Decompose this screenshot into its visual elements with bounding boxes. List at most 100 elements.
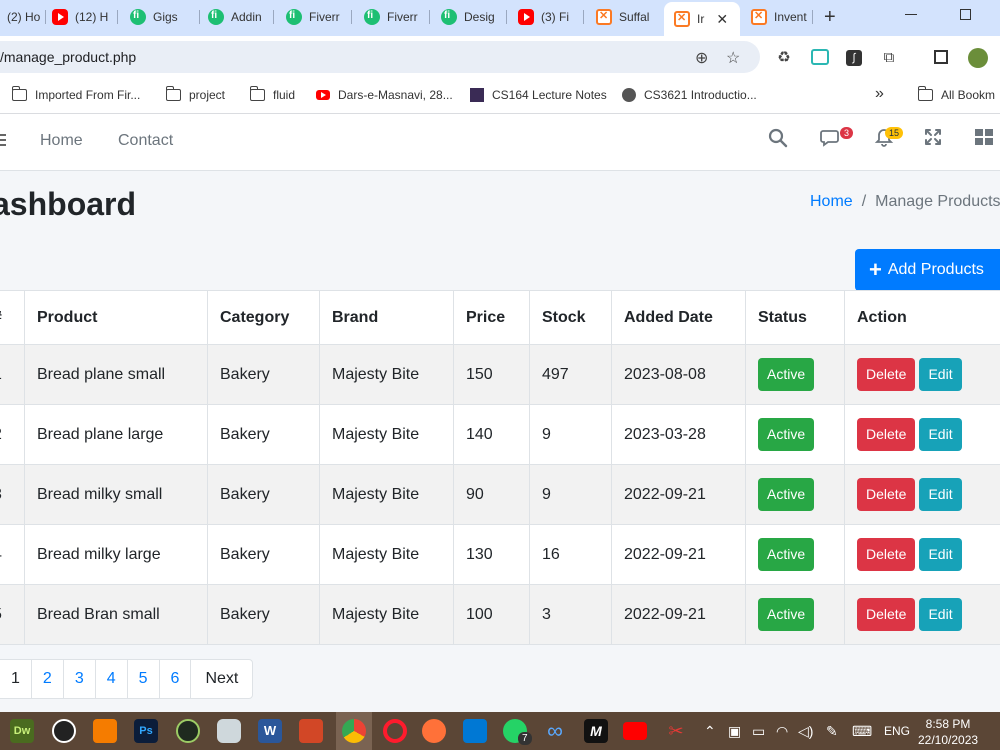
add-products-button[interactable]: + Add Products	[855, 249, 1000, 291]
profile-avatar[interactable]	[968, 48, 988, 68]
edit-button[interactable]: Edit	[919, 478, 962, 511]
extension-icon[interactable]: ∫	[846, 50, 862, 66]
messages-icon[interactable]	[820, 128, 842, 153]
minimize-icon[interactable]	[905, 14, 917, 15]
browser-tab-active[interactable]: Ir ✕	[664, 2, 740, 36]
address-bar[interactable]: /manage_product.php ⊕ ☆	[0, 41, 760, 73]
bookmark-project[interactable]: project	[166, 86, 225, 102]
volume-icon[interactable]: ◁)	[798, 723, 813, 740]
bookmark-dars[interactable]: Dars-e-Masnavi, 28...	[316, 88, 453, 102]
wifi-icon[interactable]: ◠	[776, 723, 788, 740]
page-2-link[interactable]: 2	[32, 660, 64, 698]
browser-tab-10[interactable]: Invent	[751, 4, 813, 30]
new-tab-button[interactable]: +	[824, 6, 836, 29]
cell-id: 3	[0, 464, 25, 525]
powerpoint-icon[interactable]	[299, 719, 323, 743]
inkscape-icon[interactable]	[176, 719, 200, 743]
cell-status: Active	[745, 524, 845, 585]
recycle-extension-icon[interactable]: ♻	[776, 50, 792, 66]
browser-tab-4[interactable]: Fiverr	[286, 4, 352, 30]
cell-price: 90	[453, 464, 530, 525]
page-1-link[interactable]: 1	[0, 660, 32, 698]
status-badge[interactable]: Active	[758, 478, 815, 511]
page-3-link[interactable]: 3	[64, 660, 96, 698]
dreamweaver-icon[interactable]: Dw	[10, 719, 34, 743]
chrome-icon[interactable]	[342, 719, 366, 743]
delete-button[interactable]: Delete	[857, 538, 916, 571]
delete-button[interactable]: Delete	[857, 418, 916, 451]
youtube-icon[interactable]	[623, 722, 647, 740]
delete-button[interactable]: Delete	[857, 358, 916, 391]
photoshop-icon[interactable]: Ps	[134, 719, 158, 743]
bookmarks-overflow-icon[interactable]: »	[875, 85, 884, 103]
page-5-link[interactable]: 5	[128, 660, 160, 698]
search-icon[interactable]	[768, 128, 788, 153]
browser-tab-2[interactable]: Gigs	[130, 4, 200, 30]
obs-icon[interactable]	[52, 719, 76, 743]
cell-added-date: 2022-09-21	[611, 584, 746, 645]
bookmark-label: fluid	[273, 88, 296, 102]
breadcrumb-home-link[interactable]: Home	[810, 193, 853, 210]
plus-icon: +	[869, 257, 882, 282]
word-icon[interactable]: W	[258, 719, 282, 743]
next-page-link[interactable]: Next	[191, 660, 252, 698]
firefox-icon[interactable]	[422, 719, 446, 743]
tray-app-icon[interactable]: ▣	[728, 723, 741, 740]
status-badge[interactable]: Active	[758, 538, 815, 571]
pdf-icon[interactable]	[93, 719, 117, 743]
zoom-icon[interactable]: ⊕	[695, 48, 708, 68]
vscode-icon[interactable]	[463, 719, 487, 743]
edit-button[interactable]: Edit	[919, 358, 962, 391]
snip-icon[interactable]: ✂	[664, 719, 688, 743]
tab-label: Invent	[774, 10, 807, 24]
menu-toggle-icon[interactable]	[0, 134, 6, 146]
browser-tab-7[interactable]: (3) Fi	[518, 4, 584, 30]
edit-button[interactable]: Edit	[919, 418, 962, 451]
close-tab-icon[interactable]: ✕	[716, 11, 728, 28]
browser-tab-3[interactable]: Addin	[208, 4, 274, 30]
cell-price: 100	[453, 584, 530, 645]
bookmark-fluid[interactable]: fluid	[250, 86, 296, 102]
jar-icon[interactable]	[217, 719, 241, 743]
bookmark-imported[interactable]: Imported From Fir...	[12, 86, 140, 102]
browser-tab-6[interactable]: Desig	[441, 4, 507, 30]
system-clock[interactable]: 8:58 PM 22/10/2023	[918, 716, 978, 748]
language-indicator[interactable]: ENG	[884, 724, 910, 738]
tab-extension-icon[interactable]	[811, 49, 829, 65]
status-badge[interactable]: Active	[758, 418, 815, 451]
edit-button[interactable]: Edit	[919, 598, 962, 631]
cell-category: Bakery	[207, 524, 320, 585]
battery-icon[interactable]: ▭	[752, 723, 765, 740]
delete-button[interactable]: Delete	[857, 598, 916, 631]
browser-tab-5[interactable]: Fiverr	[364, 4, 430, 30]
bookmark-cs3621[interactable]: CS3621 Introductio...	[622, 88, 757, 102]
all-bookmarks[interactable]: All Bookm	[918, 86, 995, 102]
browser-tab-8[interactable]: Suffal	[596, 4, 658, 30]
edit-button[interactable]: Edit	[919, 538, 962, 571]
puzzle-extensions-icon[interactable]: ⧉	[881, 50, 897, 66]
delete-button[interactable]: Delete	[857, 478, 916, 511]
table-header-row: # Product Category Brand Price Stock Add…	[0, 290, 1000, 345]
fullscreen-icon[interactable]	[924, 128, 942, 151]
pen-icon[interactable]: ✎	[826, 723, 838, 740]
restore-icon[interactable]	[960, 9, 971, 20]
apps-grid-icon[interactable]	[974, 128, 994, 151]
meta-icon[interactable]: ∞	[543, 719, 567, 743]
tray-overflow-icon[interactable]: ⌃	[704, 723, 716, 740]
page-6-link[interactable]: 6	[160, 660, 192, 698]
tab-label: Addin	[231, 10, 262, 24]
status-badge[interactable]: Active	[758, 598, 815, 631]
bookmark-star-icon[interactable]: ☆	[726, 48, 740, 68]
keyboard-icon[interactable]: ⌨	[852, 723, 872, 740]
browser-tab-0[interactable]: (2) Ho	[0, 4, 46, 30]
nav-contact-link[interactable]: Contact	[118, 132, 173, 150]
browser-tab-1[interactable]: (12) H	[52, 4, 118, 30]
status-badge[interactable]: Active	[758, 358, 815, 391]
side-panel-icon[interactable]	[934, 50, 948, 64]
opera-icon[interactable]	[383, 719, 407, 743]
maya-icon[interactable]: M	[584, 719, 608, 743]
windows-taskbar: Dw Ps W 7 ∞ M ✂ ⌃ ▣ ▭ ◠ ◁) ✎ ⌨ ENG 8:58 …	[0, 712, 1000, 750]
page-4-link[interactable]: 4	[96, 660, 128, 698]
nav-home-link[interactable]: Home	[40, 132, 83, 150]
bookmark-cs164[interactable]: CS164 Lecture Notes	[470, 88, 607, 102]
